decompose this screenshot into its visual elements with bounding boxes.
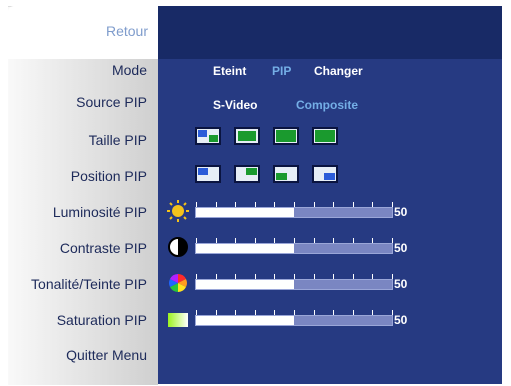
slider-tick [274, 310, 276, 315]
slider-tick [294, 274, 295, 279]
source-option-composite[interactable]: Composite [296, 98, 358, 112]
slider-tick [392, 310, 393, 315]
slider-tick [274, 202, 276, 207]
position-bottom-left-icon[interactable] [273, 165, 299, 183]
slider-tick [274, 238, 276, 243]
slider-tick [196, 274, 197, 279]
slider-tick [352, 202, 354, 207]
size-small-icon[interactable] [195, 127, 221, 145]
menu-item-contraste-pip[interactable]: Contraste PIP [60, 236, 147, 260]
mode-option-eteint[interactable]: Eteint [213, 64, 246, 78]
saturation-slider-fill [196, 316, 294, 325]
sun-icon [167, 200, 189, 222]
slider-tick [235, 238, 237, 243]
luminosite-slider-fill [196, 208, 294, 217]
contrast-icon [168, 237, 188, 257]
slider-tick [372, 310, 374, 315]
slider-tick [294, 202, 295, 207]
source-option-s-video[interactable]: S-Video [213, 98, 257, 112]
slider-tick [215, 238, 217, 243]
slider-tick [333, 274, 335, 279]
slider-tick [215, 310, 217, 315]
menu-item-teinte-pip[interactable]: Tonalité/Teinte PIP [31, 272, 147, 296]
slider-tick [235, 310, 237, 315]
position-top-left-icon[interactable] [195, 165, 221, 183]
saturation-gradient-icon [168, 313, 188, 327]
slider-tick [254, 202, 256, 207]
size-large-icon[interactable] [273, 127, 299, 145]
menu-item-luminosite-pip[interactable]: Luminosité PIP [53, 200, 147, 224]
back-menu-item[interactable]: Retour [8, 6, 158, 59]
slider-tick [392, 238, 393, 243]
menu-item-saturation-pip[interactable]: Saturation PIP [57, 308, 147, 332]
slider-tick [352, 310, 354, 315]
slider-tick [254, 274, 256, 279]
menu-item-taille-pip[interactable]: Taille PIP [89, 128, 147, 152]
slider-tick [392, 274, 393, 279]
slider-tick [254, 238, 256, 243]
contraste-slider-fill [196, 244, 294, 253]
menu-item-position-pip[interactable]: Position PIP [71, 164, 147, 188]
settings-panel [158, 6, 502, 384]
teinte-value: 50 [394, 277, 408, 291]
slider-tick [313, 202, 315, 207]
size-full-icon[interactable] [312, 127, 338, 145]
slider-tick [274, 274, 276, 279]
teinte-slider[interactable] [195, 274, 393, 290]
menu-item-source-pip[interactable]: Source PIP [76, 90, 147, 114]
luminosite-value: 50 [394, 205, 408, 219]
slider-tick [372, 238, 374, 243]
slider-tick [235, 274, 237, 279]
contraste-slider[interactable] [195, 238, 393, 254]
slider-tick [294, 238, 295, 243]
slider-tick [254, 310, 256, 315]
contraste-value: 50 [394, 241, 408, 255]
position-top-right-icon[interactable] [234, 165, 260, 183]
slider-tick [352, 238, 354, 243]
mode-option-changer[interactable]: Changer [314, 64, 363, 78]
slider-tick [333, 238, 335, 243]
slider-tick [313, 310, 315, 315]
saturation-slider[interactable] [195, 310, 393, 326]
saturation-value: 50 [394, 313, 408, 327]
slider-tick [235, 202, 237, 207]
settings-panel-header [158, 6, 502, 59]
slider-tick [196, 202, 197, 207]
luminosite-slider[interactable] [195, 202, 393, 218]
menu-item-quitter-menu[interactable]: Quitter Menu [66, 343, 147, 367]
slider-tick [196, 310, 197, 315]
color-wheel-icon [169, 274, 187, 292]
slider-tick [313, 274, 315, 279]
slider-tick [352, 274, 354, 279]
slider-tick [196, 238, 197, 243]
slider-tick [215, 274, 217, 279]
slider-tick [294, 310, 295, 315]
pip-osd-menu: Retour Mode Source PIP Taille PIP Positi… [0, 0, 511, 386]
mode-option-pip[interactable]: PIP [272, 64, 291, 78]
slider-tick [392, 202, 393, 207]
slider-tick [215, 202, 217, 207]
slider-tick [372, 274, 374, 279]
size-medium-icon[interactable] [234, 127, 260, 145]
slider-tick [333, 310, 335, 315]
menu-item-mode[interactable]: Mode [112, 58, 147, 82]
position-bottom-right-icon[interactable] [312, 165, 338, 183]
slider-tick [333, 202, 335, 207]
slider-tick [372, 202, 374, 207]
slider-tick [313, 238, 315, 243]
back-label: Retour [105, 23, 148, 39]
teinte-slider-fill [196, 280, 294, 289]
